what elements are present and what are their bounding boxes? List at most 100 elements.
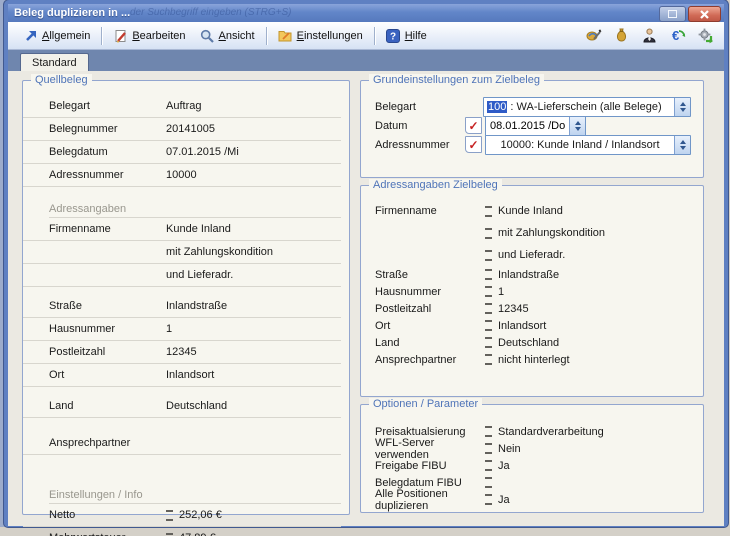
menu-label: Einstellungen [297, 30, 363, 42]
field-row-firmenname: Firmenname Kunde Inland [23, 218, 341, 241]
field-label: Hausnummer [375, 286, 485, 298]
field-value: Deutschland [166, 400, 227, 412]
euro-sync-icon[interactable]: € [669, 27, 686, 44]
field-row-mehrwertsteuer: Mehrwertsteuer 47,89 € [23, 527, 341, 536]
field-label: Land [49, 400, 166, 412]
equals-icon [485, 426, 492, 437]
process-gear-icon[interactable] [697, 27, 714, 44]
help-icon: ? [386, 28, 401, 43]
arrow-down-icon [680, 146, 686, 150]
field-value: Kunde Inland [166, 223, 231, 235]
field-value: 1 [166, 323, 172, 335]
section-header-einstellungen-info: Einstellungen / Info [49, 481, 341, 504]
field-value: Kunde Inland [498, 205, 563, 217]
folder-settings-icon [278, 28, 293, 43]
tabstrip: Standard [8, 50, 724, 71]
field-row-strasse: Straße Inlandstraße [361, 266, 693, 283]
equals-icon [485, 286, 492, 297]
menu-separator [101, 27, 102, 45]
field-row-wfl-server: WFL-Server verwenden Nein [361, 440, 693, 457]
datum-input[interactable]: 08.01.2015 /Do [485, 116, 586, 136]
equals-icon [485, 250, 492, 261]
belegart-description: : WA-Lieferschein (alle Belege) [507, 101, 661, 113]
field-value: Inlandsort [498, 320, 546, 332]
money-bag-icon[interactable] [613, 27, 630, 44]
field-row-hausnummer: Hausnummer 1 [361, 283, 693, 300]
field-value: und Lieferadr. [498, 249, 565, 261]
field-label: WFL-Server verwenden [375, 437, 485, 461]
panel-quellbeleg: Quellbeleg Belegart Auftrag Belegnummer … [22, 80, 350, 515]
arrow-down-icon [575, 127, 581, 131]
field-label: Postleitzahl [49, 346, 166, 358]
field-value: Inlandsort [166, 369, 214, 381]
equals-icon [485, 269, 492, 280]
field-label: Adressnummer [49, 169, 166, 181]
adressnummer-checkmark-icon[interactable] [465, 136, 482, 153]
datum-value: 08.01.2015 /Do [486, 120, 569, 132]
arrow-up-icon [680, 102, 686, 106]
menu-ansicht[interactable]: Ansicht [193, 25, 262, 46]
datum-checkmark-icon[interactable] [465, 117, 482, 134]
adressnummer-select[interactable]: 10000: Kunde Inland / Inlandsort [485, 135, 691, 155]
field-row-firmenname3: und Lieferadr. [23, 264, 341, 287]
arrow-up-icon [680, 140, 686, 144]
field-row-alle-positionen: Alle Positionen duplizieren Ja [361, 491, 693, 508]
field-row-belegart: Belegart Auftrag [23, 95, 341, 118]
field-value: 10000 [166, 169, 197, 181]
maximize-icon [668, 10, 677, 18]
field-value: 12345 [498, 303, 529, 315]
spinner-icon[interactable] [674, 136, 690, 154]
equals-icon [485, 477, 492, 488]
titlebar: Beleg duplizieren in ... der Suchbegriff… [8, 4, 724, 22]
menu-bearbeiten[interactable]: Bearbeiten [106, 25, 192, 46]
field-row-firmenname3: und Lieferadr. [361, 244, 693, 266]
field-row-netto: Netto 252,06 € [23, 504, 341, 527]
field-row-firmenname: Firmenname Kunde Inland [361, 200, 693, 222]
field-row-ansprechpartner: Ansprechpartner nicht hinterlegt [361, 351, 693, 368]
toolbar-icon-group: € [585, 22, 714, 49]
field-value: mit Zahlungskondition [166, 246, 273, 258]
field-value: Inlandstraße [166, 300, 227, 312]
menu-label: Allgemein [42, 30, 90, 42]
background-search-hint: der Suchbegriff eingeben (STRG+S) [130, 4, 291, 22]
magnifier-icon [200, 28, 215, 43]
field-value: 47,89 € [179, 532, 216, 536]
field-value: 1 [498, 286, 504, 298]
menu-separator [374, 27, 375, 45]
maximize-button[interactable] [659, 6, 686, 22]
field-value: Ja [498, 460, 510, 472]
belegart-text: 100 : WA-Lieferschein (alle Belege) [484, 101, 674, 113]
quellbeleg-body: Belegart Auftrag Belegnummer 20141005 Be… [23, 81, 349, 536]
signature-pen-icon[interactable] [585, 27, 602, 44]
close-button[interactable] [688, 6, 721, 22]
field-row-firmenname2: mit Zahlungskondition [23, 241, 341, 264]
menu-allgemein[interactable]: Allgemein [16, 25, 97, 46]
field-row-ort: Ort Inlandsort [361, 317, 693, 334]
panel-grundeinstellungen: Grundeinstellungen zum Zielbeleg Belegar… [360, 80, 704, 178]
spinner-icon[interactable] [569, 117, 585, 135]
menu-hilfe[interactable]: ? Hilfe [379, 25, 434, 46]
field-row-hausnummer: Hausnummer 1 [23, 318, 341, 341]
panel-optionen-parameter: Optionen / Parameter Preisaktualsierung … [360, 404, 704, 513]
field-row-firmenname2: mit Zahlungskondition [361, 222, 693, 244]
menubar: Allgemein Bearbeiten Ansicht Eins [8, 22, 724, 50]
panel-title: Grundeinstellungen zum Zielbeleg [369, 74, 544, 87]
svg-text:€: € [672, 28, 679, 43]
field-label: Hausnummer [49, 323, 166, 335]
menu-separator [266, 27, 267, 45]
field-value: Ja [498, 494, 510, 506]
spinner-icon[interactable] [674, 98, 690, 116]
field-label: Firmenname [375, 205, 485, 217]
equals-icon [485, 320, 492, 331]
belegart-select[interactable]: 100 : WA-Lieferschein (alle Belege) [483, 97, 691, 117]
menu-einstellungen[interactable]: Einstellungen [271, 25, 370, 46]
section-header-adressangaben: Adressangaben [49, 195, 341, 218]
field-label: Belegart [49, 100, 166, 112]
field-value: Standardverarbeitung [498, 426, 604, 438]
customer-icon[interactable] [641, 27, 658, 44]
field-value: 20141005 [166, 123, 215, 135]
field-row-ansprechpartner: Ansprechpartner [23, 432, 341, 455]
tab-standard[interactable]: Standard [20, 53, 89, 71]
field-row-land: Land Deutschland [23, 395, 341, 418]
panel-title: Optionen / Parameter [369, 398, 482, 411]
